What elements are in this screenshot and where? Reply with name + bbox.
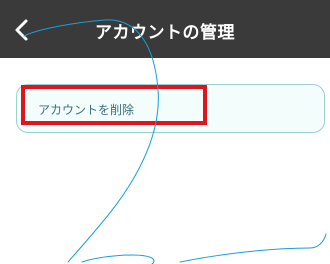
delete-account-label: アカウントを削除 [38, 103, 135, 117]
header-bar: アカウントの管理 [0, 0, 330, 58]
account-management-screen: アカウントの管理 アカウントを削除 [0, 0, 330, 264]
delete-account-button[interactable]: アカウントを削除 [16, 84, 325, 133]
page-title: アカウントの管理 [95, 23, 235, 43]
